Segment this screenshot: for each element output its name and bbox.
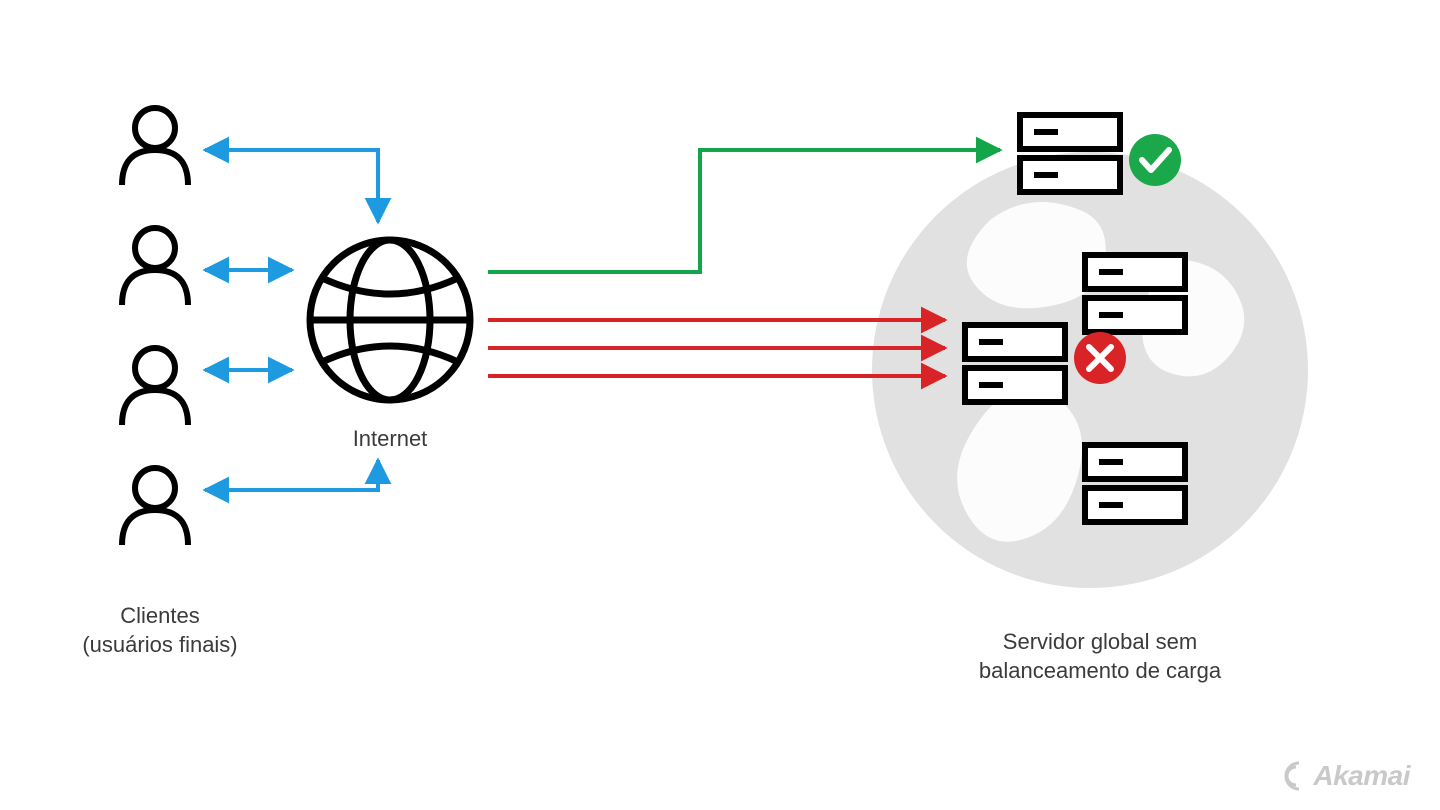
internet-globe-icon [310, 240, 470, 400]
brand-text: Akamai [1313, 760, 1410, 792]
user-icon [122, 108, 188, 185]
servers-label: Servidor global sem balanceamento de car… [950, 628, 1250, 685]
arrow-client1-internet [205, 150, 378, 222]
brand-swoosh-icon [1279, 761, 1309, 791]
clients-group [122, 108, 188, 545]
status-up-icon [1129, 134, 1181, 186]
internet-label: Internet [330, 425, 450, 454]
status-down-icon [1074, 332, 1126, 384]
user-icon [122, 468, 188, 545]
arrow-client4-internet [205, 460, 378, 490]
clients-label: Clientes (usuários finais) [60, 602, 260, 659]
brand-logo: Akamai [1279, 760, 1410, 792]
user-icon [122, 228, 188, 305]
user-icon [122, 348, 188, 425]
diagram-canvas [0, 0, 1440, 810]
